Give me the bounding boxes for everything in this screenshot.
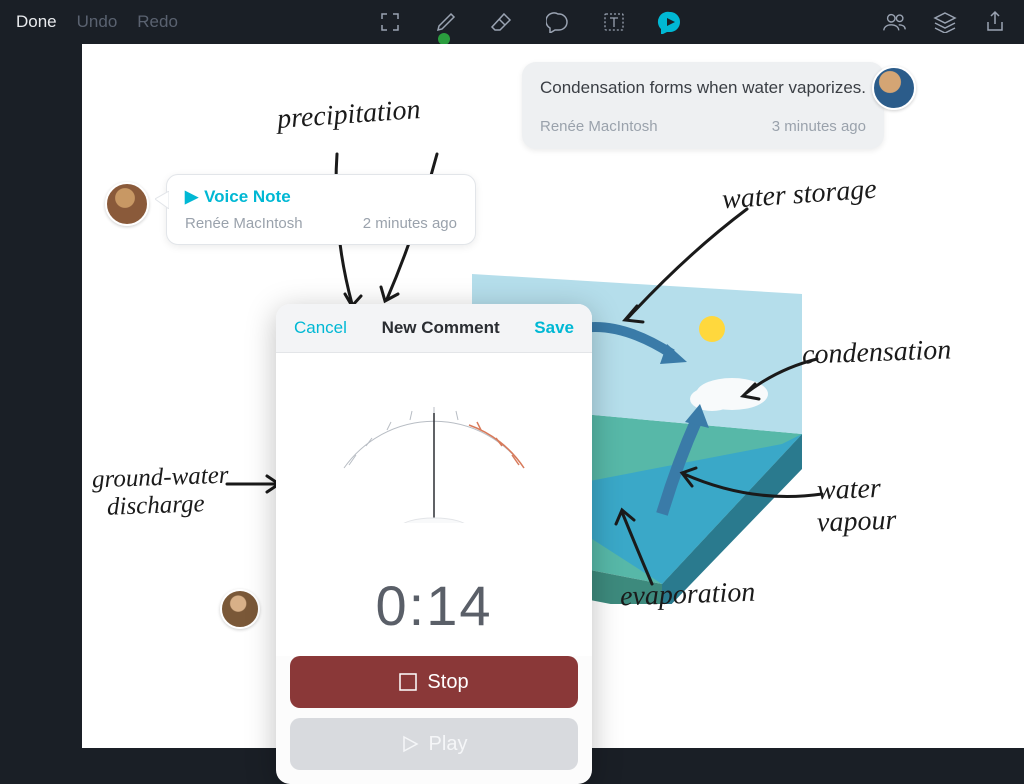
pencil-icon[interactable] <box>433 9 459 35</box>
canvas[interactable]: precipitation water storage condensation… <box>82 44 1024 748</box>
top-toolbar: Done Undo Redo <box>0 0 1024 44</box>
voice-time: 2 minutes ago <box>363 215 457 232</box>
collaborators-icon[interactable] <box>882 9 908 35</box>
modal-title: New Comment <box>382 318 500 338</box>
new-comment-modal: Cancel New Comment Save <box>276 304 592 784</box>
done-button[interactable]: Done <box>16 12 57 32</box>
voice-author: Renée MacIntosh <box>185 215 303 232</box>
play-button[interactable]: Play <box>290 718 578 770</box>
comment-time: 3 minutes ago <box>772 118 866 135</box>
textbox-icon[interactable] <box>601 9 627 35</box>
annotation-evaporation: evaporation <box>619 577 755 614</box>
comment-author: Renée MacIntosh <box>540 118 658 135</box>
voice-note-bubble[interactable]: ▶ Voice Note Renée MacIntosh 2 minutes a… <box>166 174 476 245</box>
stop-icon <box>399 673 417 691</box>
annotation-water-storage: water storage <box>721 174 878 217</box>
avatar-commenter-2[interactable] <box>220 589 260 629</box>
share-icon[interactable] <box>982 9 1008 35</box>
annotation-water-vapour-1: water <box>816 473 881 507</box>
annotation-ground-water-1: ground-water <box>92 462 229 495</box>
annotation-water-vapour-2: vapour <box>816 505 896 540</box>
voice-note-label: Voice Note <box>204 187 291 207</box>
cancel-button[interactable]: Cancel <box>294 318 347 338</box>
avatar-commenter-1[interactable] <box>872 66 916 110</box>
annotation-condensation: condensation <box>801 334 951 371</box>
play-icon <box>401 735 419 753</box>
avatar-voice-author[interactable] <box>105 182 149 226</box>
comment-text: Condensation forms when water vaporizes. <box>540 76 866 100</box>
eraser-icon[interactable] <box>489 9 515 35</box>
undo-button[interactable]: Undo <box>77 12 118 32</box>
comment-bubble[interactable]: Condensation forms when water vaporizes.… <box>522 62 884 149</box>
stop-button[interactable]: Stop <box>290 656 578 708</box>
annotation-precipitation: precipitation <box>276 94 421 136</box>
comment-icon[interactable] <box>545 9 571 35</box>
fullscreen-icon[interactable] <box>377 9 403 35</box>
layers-icon[interactable] <box>932 9 958 35</box>
record-icon[interactable] <box>657 9 683 35</box>
save-button[interactable]: Save <box>534 318 574 338</box>
modal-header: Cancel New Comment Save <box>276 304 592 353</box>
play-triangle-icon: ▶ <box>185 187 198 207</box>
recording-timer: 0:14 <box>276 573 592 638</box>
annotation-ground-water-2: discharge <box>107 490 206 521</box>
redo-button[interactable]: Redo <box>137 12 178 32</box>
vu-meter-gauge <box>276 373 592 573</box>
